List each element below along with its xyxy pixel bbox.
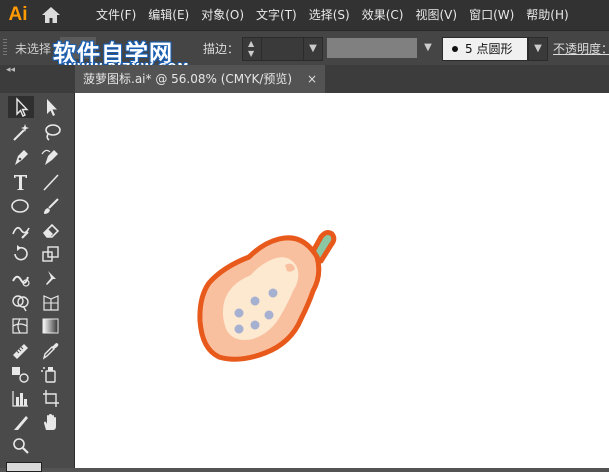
variable-width-profile[interactable]: [327, 38, 417, 58]
column-graph-icon: [12, 391, 28, 407]
artboard-canvas[interactable]: [75, 93, 609, 468]
symbol-sprayer-tool[interactable]: [38, 363, 64, 385]
eyedropper-tool[interactable]: [38, 339, 64, 361]
app-logo[interactable]: Ai: [4, 1, 32, 29]
ruler-icon: [13, 344, 28, 359]
menu-items: 文件(F) 编辑(E) 对象(O) 文字(T) 选择(S) 效果(C) 视图(V…: [90, 0, 575, 30]
fill-color-swatch[interactable]: [6, 462, 42, 472]
document-tab[interactable]: 菠萝图标.ai* @ 56.08% (CMYK/预览) ×: [75, 65, 325, 93]
type-tool[interactable]: [8, 171, 34, 193]
paintbrush-tool[interactable]: [38, 195, 64, 217]
stroke-weight-dropdown[interactable]: ▼: [303, 37, 323, 61]
menu-type[interactable]: 文字(T): [250, 0, 303, 30]
line-segment-icon: [43, 174, 59, 191]
measure-tool[interactable]: [8, 339, 34, 361]
warp-icon: [12, 275, 30, 287]
opacity-label[interactable]: 不透明度：: [553, 40, 609, 57]
zoom-tool[interactable]: [8, 435, 34, 457]
type-t-icon: [14, 175, 27, 190]
rotate-icon: [14, 245, 28, 261]
direct-selection-arrow-icon: [47, 99, 57, 116]
zoom-magnifier-icon: [13, 438, 29, 454]
close-icon[interactable]: ×: [307, 65, 317, 93]
document-tabs-row: ◂◂ 菠萝图标.ai* @ 56.08% (CMYK/预览) ×: [0, 65, 609, 93]
magic-wand-tool[interactable]: [8, 121, 34, 143]
perspective-grid-icon: [43, 295, 59, 311]
direct-selection-tool[interactable]: [38, 96, 64, 118]
puppet-warp-pin-icon: [46, 271, 56, 285]
hand-tool[interactable]: [38, 411, 64, 433]
shaper-tool[interactable]: [8, 219, 34, 241]
menu-view[interactable]: 视图(V): [409, 0, 463, 30]
brush-definition-value: 5 点圆形: [465, 42, 513, 56]
shape-builder-icon: [12, 295, 29, 312]
curvature-pen-icon: [41, 149, 58, 165]
artboard-tool[interactable]: [38, 387, 64, 409]
papaya-illustration[interactable]: [195, 221, 345, 369]
menu-select[interactable]: 选择(S): [303, 0, 356, 30]
shaper-icon: [12, 226, 30, 239]
variable-width-dropdown[interactable]: ▼: [419, 37, 437, 59]
menu-bar: Ai 文件(F) 编辑(E) 对象(O) 文字(T) 选择(S) 效果(C) 视…: [0, 0, 609, 30]
lasso-tool[interactable]: [38, 121, 64, 143]
brush-definition-field[interactable]: 5 点圆形: [442, 37, 528, 61]
warp-tool[interactable]: [8, 267, 34, 289]
blend-tool[interactable]: [8, 363, 34, 385]
slice-tool[interactable]: [8, 411, 34, 433]
lasso-icon: [45, 124, 61, 141]
collapse-panel-icon[interactable]: ◂◂: [6, 65, 15, 75]
scale-tool[interactable]: [38, 243, 64, 265]
menu-help[interactable]: 帮助(H): [520, 0, 574, 30]
eraser-icon: [42, 223, 60, 238]
hand-icon: [44, 414, 56, 430]
line-segment-tool[interactable]: [38, 171, 64, 193]
pen-tool[interactable]: [8, 146, 34, 168]
artboard-icon: [43, 390, 59, 407]
stroke-weight-stepper[interactable]: ▲ ▼: [242, 37, 262, 61]
eyedropper-icon: [42, 343, 59, 360]
menu-object[interactable]: 对象(O): [195, 0, 250, 30]
menu-file[interactable]: 文件(F): [90, 0, 142, 30]
ellipse-icon: [11, 199, 29, 213]
puppet-warp-tool[interactable]: [38, 267, 64, 289]
rotate-tool[interactable]: [8, 243, 34, 265]
magic-wand-icon: [13, 124, 29, 141]
chevron-down-icon: ▼: [248, 49, 255, 58]
stroke-weight-input[interactable]: [261, 37, 305, 61]
stroke-label[interactable]: 描边：: [203, 40, 239, 57]
chevron-down-icon: ▼: [309, 43, 317, 54]
curvature-tool[interactable]: [38, 146, 64, 168]
chevron-down-icon: ▼: [534, 43, 542, 54]
home-icon[interactable]: [40, 5, 62, 25]
selection-status: 未选择: [15, 42, 52, 56]
perspective-grid-tool[interactable]: [38, 291, 64, 313]
gradient-icon: [42, 318, 59, 334]
shape-builder-tool[interactable]: [8, 291, 34, 313]
chevron-down-icon: ▼: [424, 42, 432, 53]
mesh-icon: [12, 318, 28, 334]
symbol-sprayer-icon: [41, 367, 56, 383]
ellipse-tool[interactable]: [8, 195, 34, 217]
paintbrush-icon: [44, 198, 59, 214]
document-tab-title: 菠萝图标.ai* @ 56.08% (CMYK/预览): [83, 72, 293, 86]
blend-icon: [12, 367, 29, 383]
menu-effect[interactable]: 效果(C): [356, 0, 410, 30]
gradient-tool[interactable]: [38, 315, 64, 337]
tools-panel: [0, 93, 75, 472]
eraser-tool[interactable]: [38, 219, 64, 241]
slice-knife-icon: [14, 416, 28, 430]
chevron-up-icon: ▲: [248, 39, 255, 48]
scale-icon: [42, 246, 59, 262]
pen-nib-icon: [15, 150, 28, 165]
brush-definition-dropdown[interactable]: ▼: [528, 37, 548, 61]
brush-dot-icon: [452, 46, 458, 52]
menu-window[interactable]: 窗口(W): [463, 0, 520, 30]
mesh-tool[interactable]: [8, 315, 34, 337]
menu-edit[interactable]: 编辑(E): [142, 0, 195, 30]
column-graph-tool[interactable]: [8, 387, 34, 409]
selection-tool[interactable]: [8, 96, 34, 118]
selection-arrow-icon: [16, 97, 29, 117]
grip-handle[interactable]: [3, 39, 7, 57]
